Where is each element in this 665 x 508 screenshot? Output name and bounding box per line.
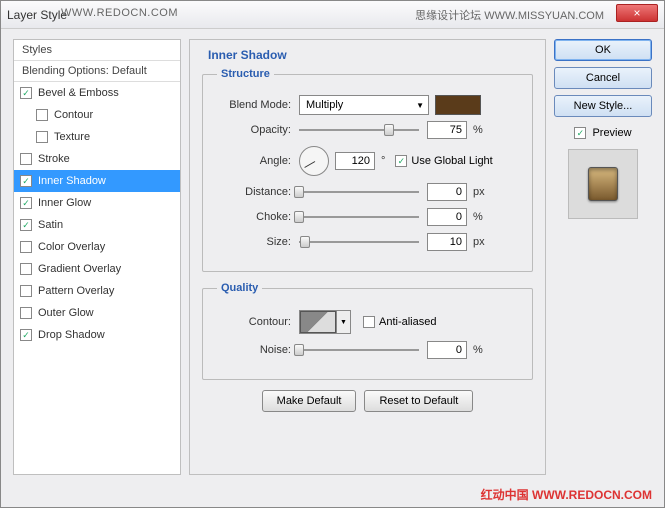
chevron-down-icon[interactable]: ▼ <box>336 311 350 333</box>
opacity-slider[interactable] <box>299 127 419 133</box>
style-stroke[interactable]: Stroke <box>14 148 180 170</box>
preview-thumbnail <box>568 149 638 219</box>
ok-button[interactable]: OK <box>554 39 652 61</box>
style-color-overlay[interactable]: Color Overlay <box>14 236 180 258</box>
checkbox-icon[interactable]: ✓ <box>20 219 32 231</box>
layer-style-dialog: Layer Style WWW.REDOCN.COM 思缘设计论坛 WWW.MI… <box>0 0 665 508</box>
contour-label: Contour: <box>217 316 299 328</box>
angle-dial[interactable] <box>299 146 329 176</box>
style-satin[interactable]: ✓Satin <box>14 214 180 236</box>
shadow-color-swatch[interactable] <box>435 95 481 115</box>
style-contour[interactable]: Contour <box>14 104 180 126</box>
checkbox-icon[interactable] <box>20 263 32 275</box>
style-drop-shadow[interactable]: ✓Drop Shadow <box>14 324 180 346</box>
styles-header[interactable]: Styles <box>14 40 180 61</box>
contour-swatch-icon <box>300 311 336 333</box>
checkbox-icon[interactable] <box>20 307 32 319</box>
choke-input[interactable] <box>427 208 467 226</box>
contour-picker[interactable]: ▼ <box>299 310 351 334</box>
checkbox-icon[interactable]: ✓ <box>20 197 32 209</box>
blending-options-row[interactable]: Blending Options: Default <box>14 61 180 82</box>
noise-slider[interactable] <box>299 347 419 353</box>
watermark-bottom: 红动中国 WWW.REDOCN.COM <box>481 486 652 503</box>
preview-checkbox[interactable]: ✓ <box>574 127 586 139</box>
global-light-checkbox[interactable]: ✓ <box>395 155 407 167</box>
watermark-top-left: WWW.REDOCN.COM <box>61 7 178 19</box>
angle-label: Angle: <box>217 155 299 167</box>
make-default-button[interactable]: Make Default <box>262 390 357 412</box>
opacity-label: Opacity: <box>217 124 299 136</box>
blend-mode-label: Blend Mode: <box>217 99 299 111</box>
checkbox-icon[interactable] <box>20 153 32 165</box>
checkbox-icon[interactable] <box>20 241 32 253</box>
distance-input[interactable] <box>427 183 467 201</box>
antialiased-label: Anti-aliased <box>379 316 436 328</box>
style-outer-glow[interactable]: Outer Glow <box>14 302 180 324</box>
chevron-down-icon: ▼ <box>416 101 424 110</box>
checkbox-icon[interactable] <box>36 131 48 143</box>
checkbox-icon[interactable]: ✓ <box>20 87 32 99</box>
window-title: Layer Style <box>7 8 67 22</box>
settings-panel: Inner Shadow Structure Blend Mode: Multi… <box>189 39 546 475</box>
style-gradient-overlay[interactable]: Gradient Overlay <box>14 258 180 280</box>
antialiased-checkbox[interactable] <box>363 316 375 328</box>
blend-mode-dropdown[interactable]: Multiply ▼ <box>299 95 429 115</box>
noise-label: Noise: <box>217 344 299 356</box>
size-input[interactable] <box>427 233 467 251</box>
checkbox-icon[interactable]: ✓ <box>20 175 32 187</box>
distance-label: Distance: <box>217 186 299 198</box>
global-light-label: Use Global Light <box>411 155 492 167</box>
opacity-input[interactable] <box>427 121 467 139</box>
distance-slider[interactable] <box>299 189 419 195</box>
preview-label: Preview <box>592 127 631 139</box>
cancel-button[interactable]: Cancel <box>554 67 652 89</box>
new-style-button[interactable]: New Style... <box>554 95 652 117</box>
size-label: Size: <box>217 236 299 248</box>
right-panel: OK Cancel New Style... ✓ Preview <box>554 39 652 475</box>
styles-panel: Styles Blending Options: Default ✓Bevel … <box>13 39 181 475</box>
style-inner-shadow[interactable]: ✓Inner Shadow <box>14 170 180 192</box>
checkbox-icon[interactable] <box>36 109 48 121</box>
size-slider[interactable] <box>299 239 419 245</box>
titlebar: Layer Style WWW.REDOCN.COM 思缘设计论坛 WWW.MI… <box>1 1 664 29</box>
style-pattern-overlay[interactable]: Pattern Overlay <box>14 280 180 302</box>
choke-slider[interactable] <box>299 214 419 220</box>
style-texture[interactable]: Texture <box>14 126 180 148</box>
style-bevel-emboss[interactable]: ✓Bevel & Emboss <box>14 82 180 104</box>
quality-group: Quality Contour: ▼ Anti-aliased Noise: % <box>202 282 533 380</box>
preview-swatch-icon <box>588 167 618 201</box>
reset-default-button[interactable]: Reset to Default <box>364 390 473 412</box>
quality-legend: Quality <box>217 282 262 294</box>
noise-input[interactable] <box>427 341 467 359</box>
angle-input[interactable] <box>335 152 375 170</box>
checkbox-icon[interactable] <box>20 285 32 297</box>
watermark-top-right: 思缘设计论坛 WWW.MISSYUAN.COM <box>415 7 604 23</box>
dialog-body: Styles Blending Options: Default ✓Bevel … <box>1 29 664 485</box>
close-button[interactable]: × <box>616 4 658 22</box>
style-inner-glow[interactable]: ✓Inner Glow <box>14 192 180 214</box>
structure-legend: Structure <box>217 68 274 80</box>
choke-label: Choke: <box>217 211 299 223</box>
structure-group: Structure Blend Mode: Multiply ▼ Opacity… <box>202 68 533 272</box>
checkbox-icon[interactable]: ✓ <box>20 329 32 341</box>
panel-title: Inner Shadow <box>208 48 533 62</box>
